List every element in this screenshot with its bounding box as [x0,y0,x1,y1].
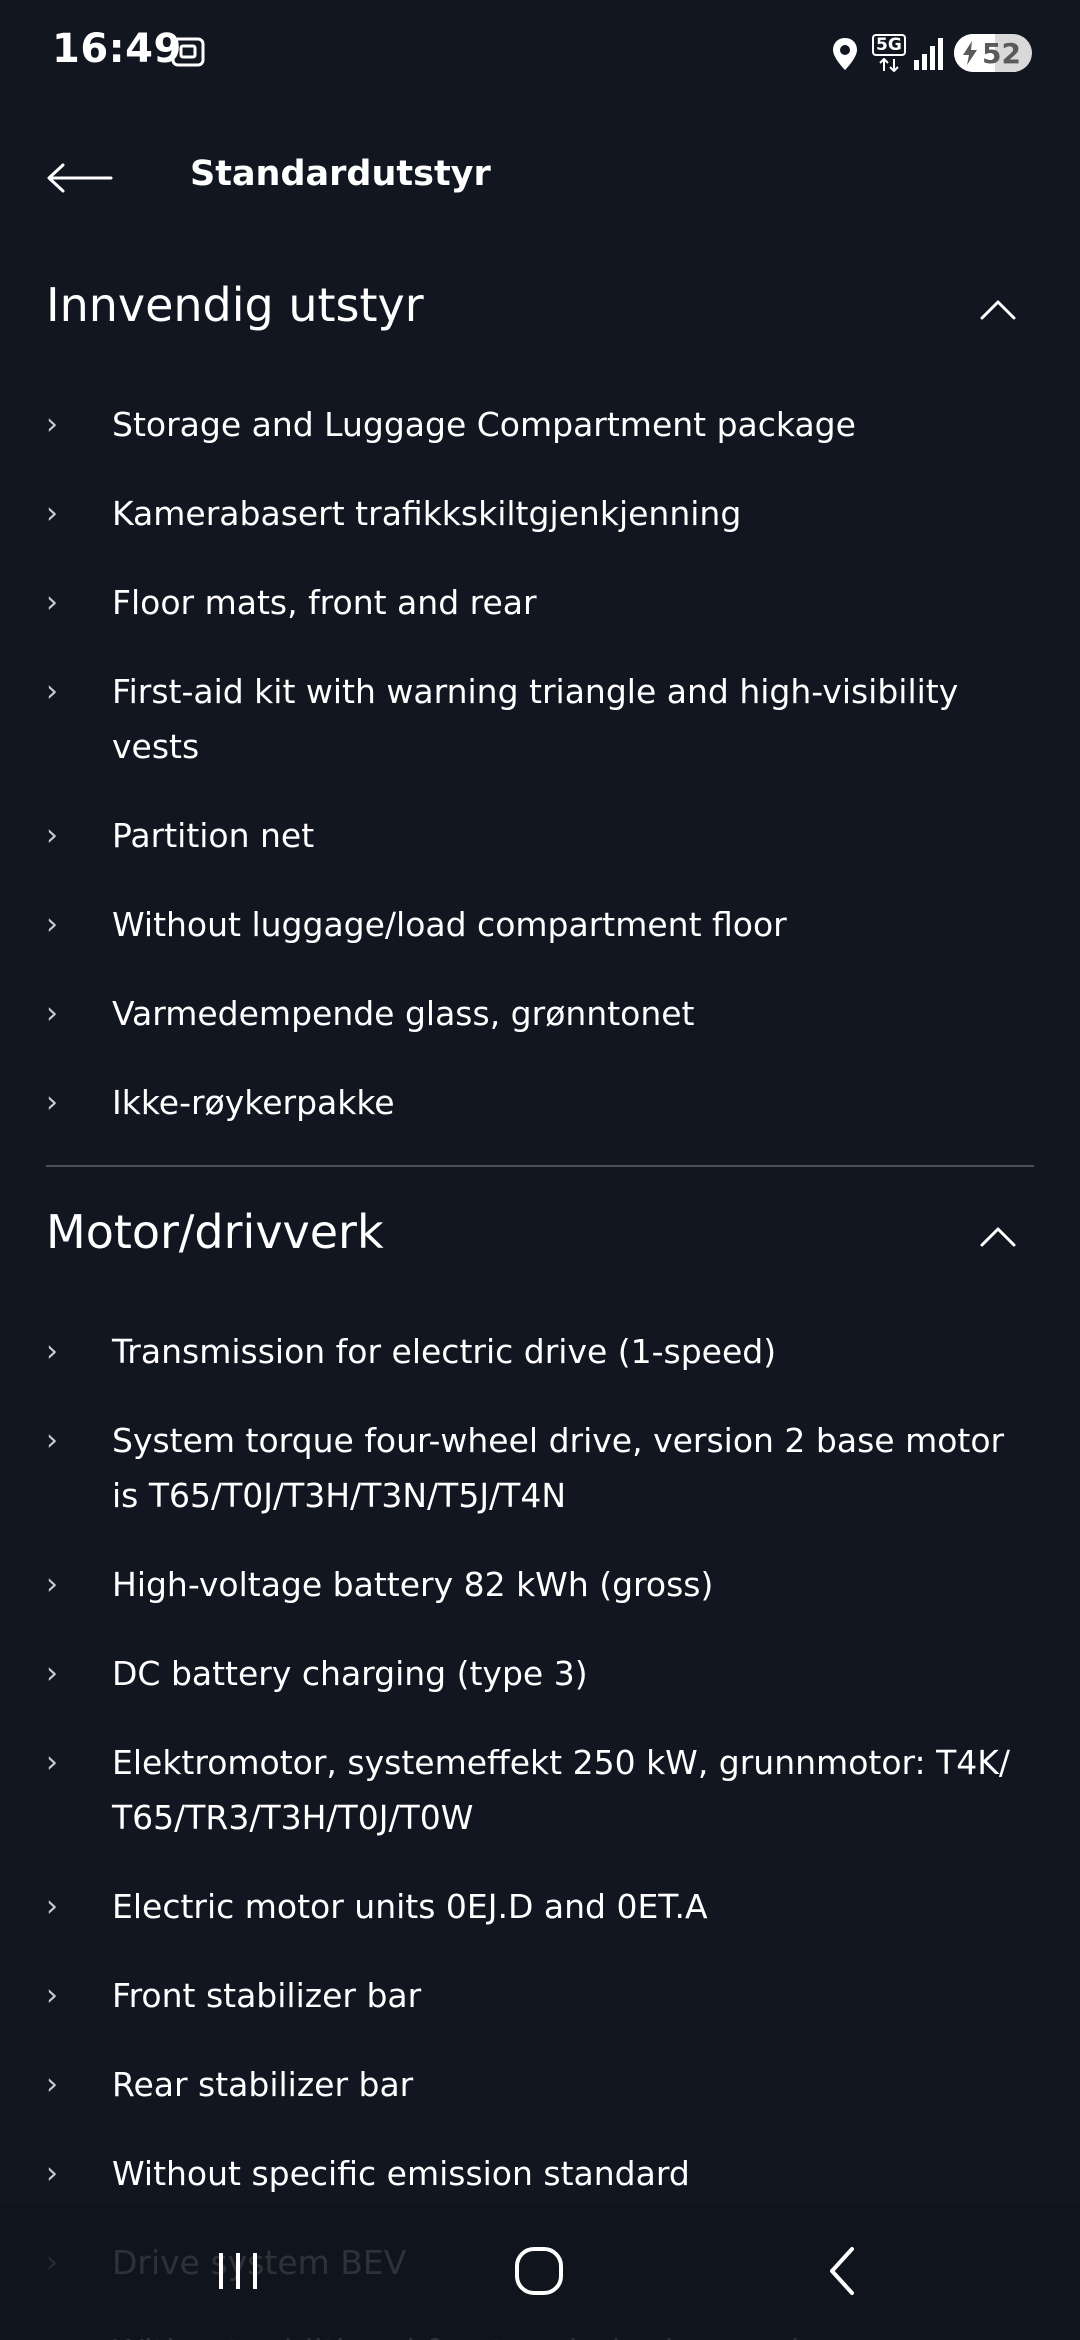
list-item-label: Without luggage/load compartment floor [112,905,787,944]
list-item[interactable]: › DC battery charging (type 3) [46,1629,1034,1718]
chevron-up-icon [980,1227,1016,1247]
list-item-label: First-aid kit with warning triangle and … [112,672,959,766]
battery-level: 52 [982,37,1021,70]
status-time: 16:49 [52,26,182,72]
status-bar: 16:49 5G 52 [0,0,1080,108]
chevron-right-icon: › [46,407,58,442]
list-item[interactable]: › Elektromotor, systemeffekt 250 kW, grun… [46,1718,1034,1862]
list-item[interactable]: › Partition net [46,791,1034,880]
data-arrows-icon [879,58,899,72]
app-header: Standardutstyr [0,120,1080,232]
recent-apps-icon [219,2253,257,2289]
list-item[interactable]: › First-aid kit with warning triangle and… [46,647,1034,791]
list-item[interactable]: › Electric motor units 0EJ.D and 0ET.A [46,1862,1034,1951]
list-item-label: System torque four-wheel drive, version … [112,1421,1005,1515]
list-item-label: Transmission for electric drive (1-speed… [112,1332,777,1371]
chevron-right-icon: › [46,2156,58,2191]
equipment-list: Innvendig utstyr › Storage and Luggage Co… [0,240,1080,2340]
chevron-right-icon: › [46,1656,58,1691]
list-item[interactable]: › Varmedempende glass, grønntonet [46,969,1034,1058]
list-item[interactable]: › High-voltage battery 82 kWh (gross) [46,1540,1034,1629]
list-item[interactable]: › Transmission for electric drive (1-spee… [46,1307,1034,1396]
back-icon [830,2247,854,2295]
list-item[interactable]: › Floor mats, front and rear [46,558,1034,647]
back-button[interactable] [40,150,120,206]
chevron-right-icon: › [46,907,58,942]
page-title: Standardutstyr [190,154,491,194]
chevron-right-icon: › [46,674,58,709]
signal-icon [914,38,943,70]
chevron-up-icon [980,300,1016,320]
list-item[interactable]: › System torque four-wheel drive, version… [46,1396,1034,1540]
list-item[interactable]: › Rear stabilizer bar [46,2040,1034,2129]
battery-indicator: 52 [954,34,1032,72]
list-item-label: High-voltage battery 82 kWh (gross) [112,1565,714,1604]
arrow-left-icon [47,163,113,193]
list-item-label: Without specific emission standard [112,2154,690,2193]
list-item[interactable]: › Without luggage/load compartment floor [46,880,1034,969]
section-items: › Transmission for electric drive (1-spee… [46,1307,1034,2340]
section-items: › Storage and Luggage Compartment package… [46,380,1034,1147]
location-icon [833,38,857,70]
list-item-label: Front stabilizer bar [112,1976,422,2015]
battery-charging-icon [963,41,977,65]
chevron-right-icon: › [46,2067,58,2102]
chevron-right-icon: › [46,1085,58,1120]
network-label: 5G [872,34,906,56]
home-icon [515,2247,563,2295]
collapse-button[interactable] [968,1207,1028,1267]
list-item-label: Electric motor units 0EJ.D and 0ET.A [112,1887,708,1926]
list-item[interactable]: › Kamerabasert trafikkskiltgjenkjenning [46,469,1034,558]
chevron-right-icon: › [46,818,58,853]
home-button[interactable] [484,2226,594,2316]
collapse-button[interactable] [968,280,1028,340]
network-icon: 5G [872,34,906,74]
chevron-right-icon: › [46,1423,58,1458]
chevron-right-icon: › [46,1567,58,1602]
list-item-label: DC battery charging (type 3) [112,1654,588,1693]
list-item-label: Rear stabilizer bar [112,2065,414,2104]
system-nav-bar [0,2204,1080,2340]
chevron-right-icon: › [46,496,58,531]
section-header[interactable]: Motor/drivverk [46,1167,1034,1307]
list-item[interactable]: › Front stabilizer bar [46,1951,1034,2040]
chevron-right-icon: › [46,1889,58,1924]
screen: 16:49 5G 52 Standardutstyr Innvendig uts… [0,0,1080,2340]
list-item[interactable]: › Ikke-røykerpakke [46,1058,1034,1147]
section-title: Innvendig utstyr [46,278,424,332]
section-header[interactable]: Innvendig utstyr [46,240,1034,380]
list-item-label: Partition net [112,816,315,855]
list-item-label: Storage and Luggage Compartment package [112,405,856,444]
list-item[interactable]: › Storage and Luggage Compartment package [46,380,1034,469]
screenshot-icon [171,37,205,67]
chevron-right-icon: › [46,996,58,1031]
section-motor-drivverk: Motor/drivverk › Transmission for electri… [46,1167,1034,2340]
recent-apps-button[interactable] [183,2226,293,2316]
list-item-label: Varmedempende glass, grønntonet [112,994,695,1033]
list-item-label: Kamerabasert trafikkskiltgjenkjenning [112,494,742,533]
list-item-label: Floor mats, front and rear [112,583,537,622]
nav-back-button[interactable] [787,2226,897,2316]
section-title: Motor/drivverk [46,1205,384,1259]
list-item-label: Elektromotor, systemeffekt 250 kW, grunn… [112,1743,1011,1837]
section-innvendig-utstyr: Innvendig utstyr › Storage and Luggage Co… [46,240,1034,1167]
list-item-label: Ikke-røykerpakke [112,1083,395,1122]
chevron-right-icon: › [46,1978,58,2013]
chevron-right-icon: › [46,1745,58,1780]
chevron-right-icon: › [46,585,58,620]
chevron-right-icon: › [46,1334,58,1369]
